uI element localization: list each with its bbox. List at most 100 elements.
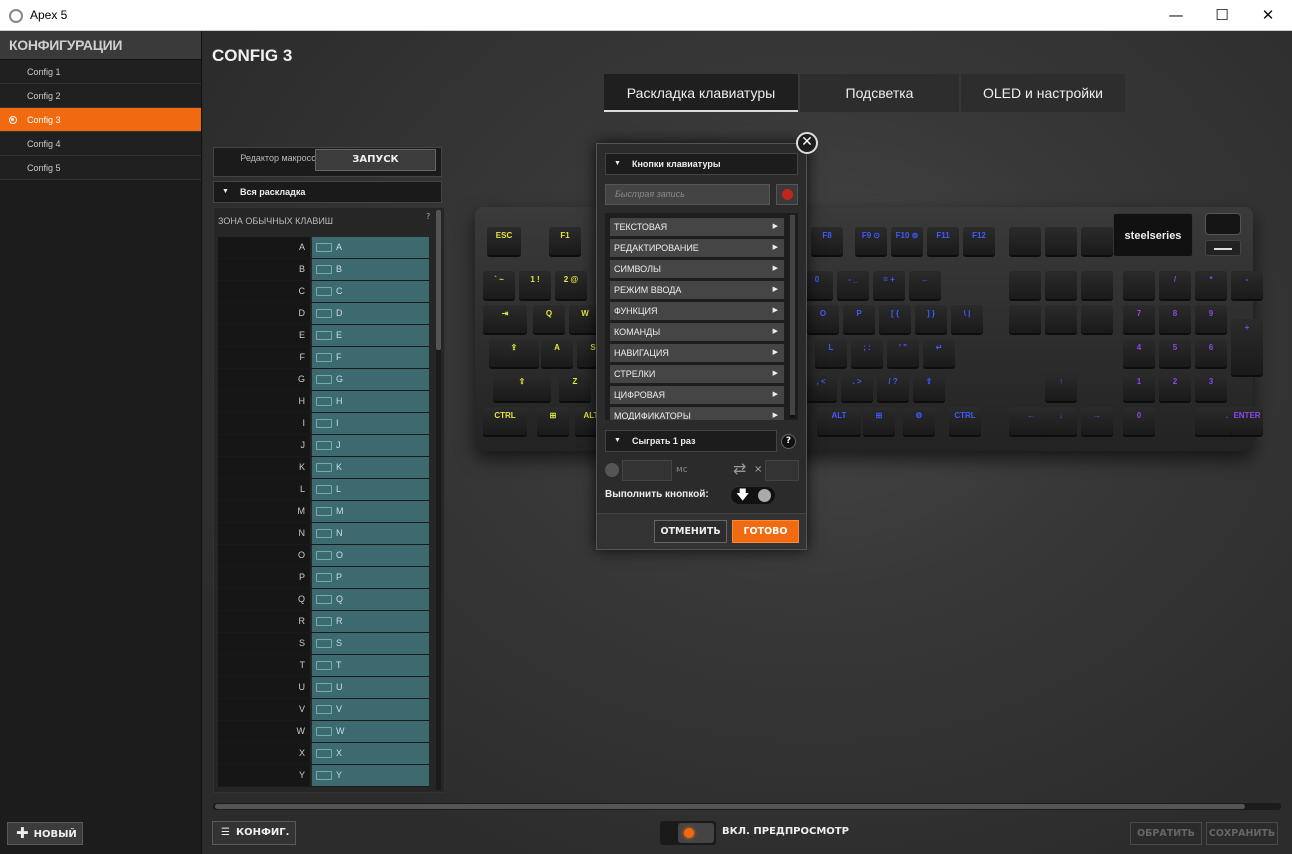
category-item[interactable]: РЕДАКТИРОВАНИЕ ▶ — [610, 239, 784, 257]
keyboard-key[interactable]: / ? — [877, 373, 909, 401]
keyboard-key[interactable]: F9 ⊙ — [855, 227, 887, 255]
key-assignment[interactable]: N — [312, 523, 429, 544]
key-row[interactable]: SS — [218, 633, 429, 655]
key-row[interactable]: TT — [218, 655, 429, 677]
keyboard-key[interactable]: ↓ — [1045, 407, 1077, 435]
key-row[interactable]: XX — [218, 743, 429, 765]
keyboard-key[interactable]: 2 @ — [555, 271, 587, 299]
key-row[interactable]: NN — [218, 523, 429, 545]
keyboard-key[interactable]: ← — [909, 271, 941, 299]
key-assignment[interactable]: J — [312, 435, 429, 456]
config-item[interactable]: Config 5 — [0, 156, 201, 180]
keyboard-key[interactable] — [1009, 271, 1041, 299]
keyboard-key[interactable] — [1081, 305, 1113, 333]
quick-record-input[interactable]: Быстрая запись — [605, 184, 770, 205]
category-item[interactable]: СИМВОЛЫ ▶ — [610, 260, 784, 278]
keyboard-key[interactable]: F1 — [549, 227, 581, 255]
keyboard-key[interactable]: CTRL — [949, 407, 981, 435]
key-assignment[interactable]: A — [312, 237, 429, 258]
key-assignment[interactable]: Q — [312, 589, 429, 610]
key-row[interactable]: WW — [218, 721, 429, 743]
keyboard-key[interactable]: * — [1195, 271, 1227, 299]
config-item[interactable]: Config 1 — [0, 60, 201, 84]
help-icon[interactable]: ? — [781, 434, 796, 449]
keyboard-key[interactable]: \ | — [951, 305, 983, 333]
keyboard-key[interactable]: 5 — [1159, 339, 1191, 367]
key-row[interactable]: PP — [218, 567, 429, 589]
keyboard-key[interactable]: → — [1081, 407, 1113, 435]
keyboard-key[interactable]: Q — [533, 305, 565, 333]
key-assignment[interactable]: G — [312, 369, 429, 390]
category-item[interactable]: НАВИГАЦИЯ ▶ — [610, 344, 784, 362]
maximize-button[interactable]: ☐ — [1199, 0, 1245, 31]
key-assignment[interactable]: V — [312, 699, 429, 720]
key-row[interactable]: LL — [218, 479, 429, 501]
key-row[interactable]: MM — [218, 501, 429, 523]
key-row[interactable]: UU — [218, 677, 429, 699]
key-assignment[interactable]: P — [312, 567, 429, 588]
run-macro-button[interactable]: ЗАПУСК — [315, 149, 436, 171]
keyboard-key[interactable]: , < — [805, 373, 837, 401]
key-row[interactable]: GG — [218, 369, 429, 391]
key-assignment[interactable]: F — [312, 347, 429, 368]
keyboard-key[interactable] — [1009, 227, 1041, 255]
key-row[interactable]: OO — [218, 545, 429, 567]
keyboard-key[interactable]: ; : — [851, 339, 883, 367]
keyboard-key[interactable]: O — [807, 305, 839, 333]
keyboard-key[interactable]: 3 — [1195, 373, 1227, 401]
key-row[interactable]: KK — [218, 457, 429, 479]
record-button[interactable] — [776, 184, 798, 205]
key-row[interactable]: BB — [218, 259, 429, 281]
scroll-thumb[interactable] — [436, 210, 441, 350]
keyboard-key[interactable]: A — [541, 339, 573, 367]
config-item[interactable]: Config 3 — [0, 108, 201, 132]
revert-button[interactable]: ОБРАТИТЬ — [1130, 822, 1202, 845]
layout-dropdown[interactable]: ▼ Вся раскладка — [213, 181, 442, 203]
preview-toggle[interactable] — [660, 821, 716, 845]
keyboard-key[interactable]: ] } — [915, 305, 947, 333]
keyboard-key[interactable]: ⊞ — [537, 407, 569, 435]
key-assignment[interactable]: W — [312, 721, 429, 742]
key-assignment[interactable]: I — [312, 413, 429, 434]
media-button[interactable] — [1205, 240, 1241, 256]
scroll-thumb[interactable] — [790, 215, 795, 415]
config-item[interactable]: Config 2 — [0, 84, 201, 108]
keyboard-key[interactable]: ⇪ — [489, 339, 539, 367]
key-assignment[interactable]: H — [312, 391, 429, 412]
keyboard-key[interactable] — [1045, 227, 1077, 255]
keyboard-key[interactable]: ⇧ — [913, 373, 945, 401]
key-assignment[interactable]: Y — [312, 765, 429, 786]
key-assignment[interactable]: S — [312, 633, 429, 654]
key-assignment[interactable]: L — [312, 479, 429, 500]
keyboard-key[interactable]: F12 — [963, 227, 995, 255]
key-row[interactable]: RR — [218, 611, 429, 633]
keyboard-key[interactable] — [1045, 271, 1077, 299]
keyboard-key[interactable]: = + — [873, 271, 905, 299]
scroll-thumb[interactable] — [215, 804, 1245, 809]
key-row[interactable]: YY — [218, 765, 429, 787]
keyboard-key[interactable]: F8 — [811, 227, 843, 255]
category-scrollbar[interactable] — [790, 215, 795, 418]
keyboard-key[interactable]: ALT — [817, 407, 861, 435]
category-item[interactable]: МОДИФИКАТОРЫ ▶ — [610, 407, 784, 420]
keyboard-key[interactable]: / — [1159, 271, 1191, 299]
keyboard-key[interactable]: CTRL — [483, 407, 527, 435]
tab-illumination[interactable]: Подсветка — [800, 74, 959, 112]
keyboard-key[interactable]: 9 — [1195, 305, 1227, 333]
keyboard-key[interactable]: + — [1231, 319, 1263, 375]
keyboard-key[interactable]: F10 ⊚ — [891, 227, 923, 255]
key-row[interactable]: DD — [218, 303, 429, 325]
keyboard-key[interactable]: L — [815, 339, 847, 367]
keyboard-key[interactable]: 4 — [1123, 339, 1155, 367]
key-row[interactable]: CC — [218, 281, 429, 303]
keyboard-key[interactable]: ⇥ — [483, 305, 527, 333]
config-menu-button[interactable]: ☰ КОНФИГ. — [212, 821, 296, 845]
key-row[interactable]: JJ — [218, 435, 429, 457]
category-item[interactable]: ТЕКСТОВАЯ ▶ — [610, 218, 784, 236]
key-row[interactable]: VV — [218, 699, 429, 721]
keyboard-key[interactable]: ↑ — [1045, 373, 1077, 401]
keyboard-key[interactable]: 8 — [1159, 305, 1191, 333]
key-assignment[interactable]: E — [312, 325, 429, 346]
keyboard-key[interactable] — [1009, 305, 1041, 333]
done-button[interactable]: ГОТОВО — [732, 520, 799, 543]
